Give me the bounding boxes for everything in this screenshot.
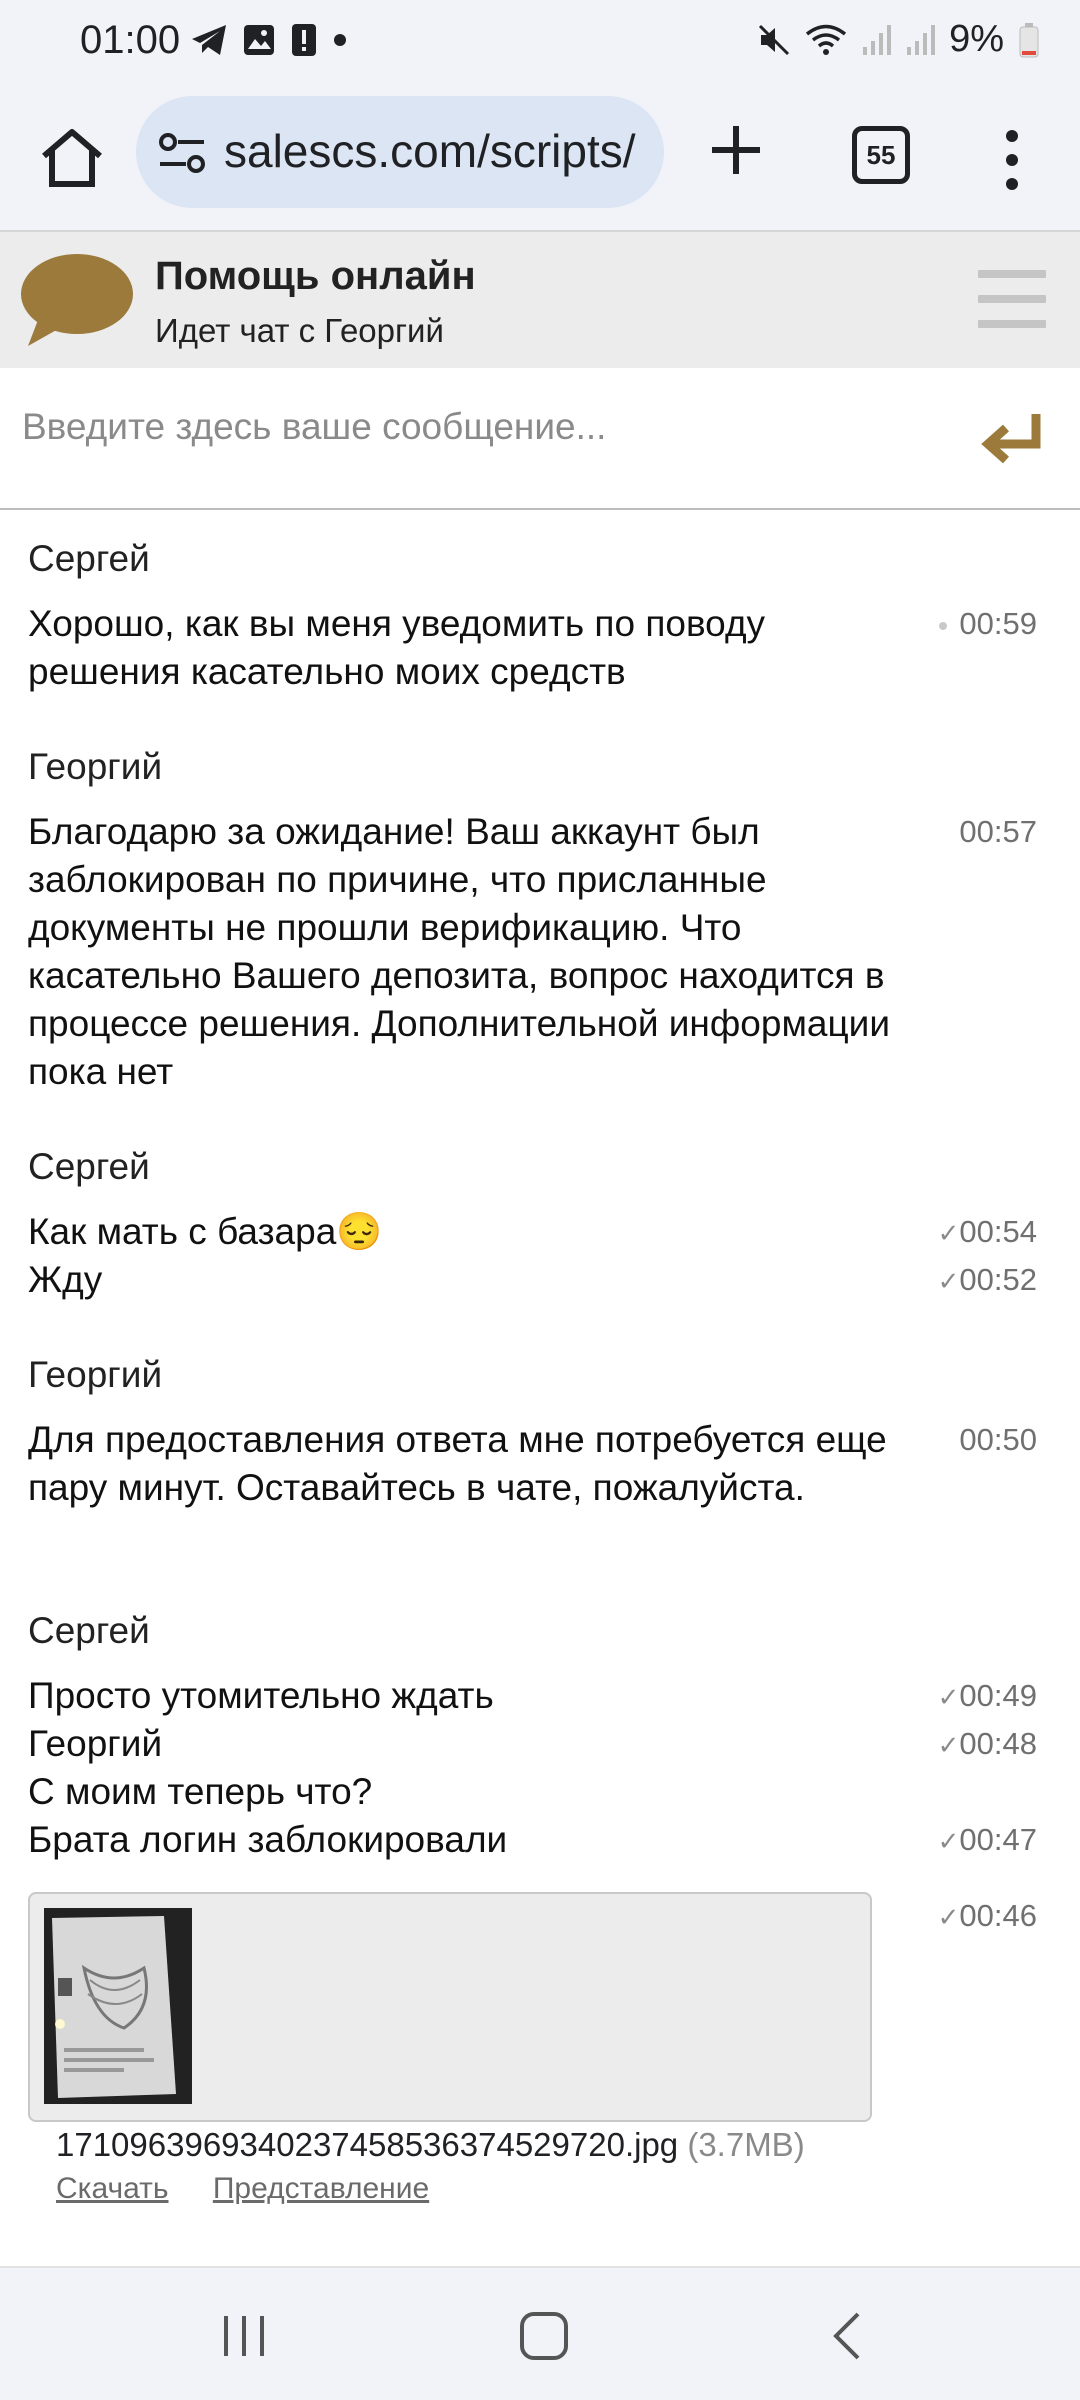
message-text: Брата логин заблокировали (28, 1819, 508, 1860)
attachment-preview[interactable] (28, 1892, 872, 2122)
hamburger-menu-icon[interactable] (978, 270, 1046, 328)
message-sender: Сергей (28, 1610, 150, 1651)
message-time: ✓00:48 (937, 1726, 1037, 1761)
alert-icon (292, 24, 316, 56)
tab-switcher-button[interactable]: 55 (852, 126, 910, 184)
message-text: Георгий (28, 1723, 163, 1764)
message-time: 00:59 (939, 606, 1037, 642)
message-sender: Сергей (28, 1146, 150, 1187)
message-text: Хорошо, как вы меня уведомить по поводу … (28, 603, 766, 692)
message-text: Благодарю за ожидание! Ваш аккаунт был з… (28, 811, 891, 1092)
home-icon[interactable] (36, 122, 108, 194)
status-bar: 01:00 9% (0, 0, 1080, 88)
status-time: 01:00 (80, 18, 181, 62)
gallery-icon (244, 25, 274, 55)
message-text: Жду (28, 1259, 103, 1300)
new-tab-icon[interactable] (706, 120, 766, 180)
recent-apps-icon[interactable] (214, 2308, 274, 2364)
message-time: 00:57 (959, 814, 1037, 849)
chat-title: Помощь онлайн (155, 254, 476, 298)
check-icon: ✓ (937, 1218, 960, 1248)
send-enter-icon[interactable] (980, 408, 1048, 474)
view-link[interactable]: Представление (213, 2172, 429, 2205)
message-text: Как мать с базара😔 (28, 1211, 383, 1252)
image-thumbnail[interactable] (44, 1908, 192, 2104)
notification-icons (190, 22, 348, 58)
telegram-icon (192, 25, 226, 55)
check-icon: ✓ (937, 1902, 960, 1932)
message-text: Просто утомительно ждать (28, 1675, 494, 1716)
message-time: 00:50 (959, 1422, 1037, 1457)
url-text[interactable]: salescs.com/scripts/ (224, 124, 636, 178)
wifi-icon (805, 24, 847, 55)
battery-icon (1019, 22, 1039, 57)
download-link[interactable]: Скачать (56, 2172, 169, 2205)
system-status-icons: 9% (757, 18, 1040, 61)
attachment-filename: 17109639693402374585363745297​20.jpg (3.… (56, 2126, 805, 2163)
message-sender: Георгий (28, 746, 163, 787)
check-icon: ✓ (937, 1266, 960, 1296)
check-icon: ✓ (937, 1826, 960, 1856)
more-options-icon[interactable] (1000, 128, 1024, 192)
chat-header: Помощь онлайн Идет чат с Георгий (0, 230, 1080, 370)
url-bar[interactable]: salescs.com/scripts/ (136, 96, 664, 208)
message-sender: Сергей (28, 538, 150, 579)
message-time: ✓00:54 (937, 1214, 1037, 1249)
chat-bubble-icon (21, 254, 133, 346)
message-input[interactable] (20, 386, 944, 468)
home-nav-icon[interactable] (514, 2308, 574, 2364)
message-time: ✓00:52 (937, 1262, 1037, 1297)
battery-percent: 9% (949, 18, 1004, 60)
site-settings-icon[interactable] (158, 132, 206, 176)
mute-icon (759, 24, 790, 55)
attachment-size: (3.7MB) (687, 2126, 805, 2163)
check-icon: ✓ (937, 1682, 960, 1712)
pending-dot-icon (939, 621, 948, 630)
attachment-time: ✓00:46 (937, 1898, 1037, 1933)
attachment-actions: Скачать Представление (56, 2172, 465, 2206)
system-nav-bar (0, 2268, 1080, 2400)
signal-icon (907, 24, 936, 55)
message-time: ✓00:47 (937, 1822, 1037, 1857)
back-icon[interactable] (818, 2308, 878, 2364)
message-text: Для предоставления ответа мне потребуетс… (28, 1419, 887, 1508)
browser-toolbar: salescs.com/scripts/ 55 (0, 88, 1080, 230)
message-time: ✓00:49 (937, 1678, 1037, 1713)
message-composer (0, 368, 1080, 510)
signal-icon (863, 24, 892, 55)
message-sender: Георгий (28, 1354, 163, 1395)
dot-icon (334, 34, 346, 46)
chat-subtitle: Идет чат с Георгий (155, 312, 444, 349)
message-text: С моим теперь что? (28, 1771, 373, 1812)
check-icon: ✓ (937, 1730, 960, 1760)
